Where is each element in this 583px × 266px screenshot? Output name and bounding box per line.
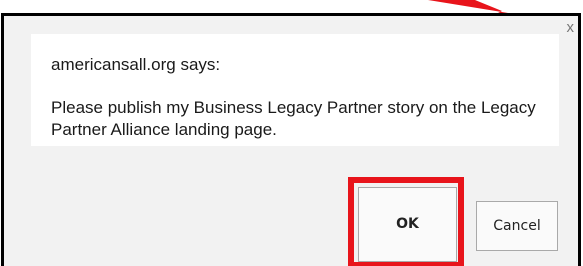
dialog-title: americansall.org says: bbox=[51, 55, 221, 74]
message-panel: americansall.org says: Please publish my… bbox=[31, 34, 559, 146]
screenshot-page: x americansall.org says: Please publish … bbox=[0, 0, 583, 266]
alert-dialog: x americansall.org says: Please publish … bbox=[1, 13, 581, 266]
cancel-button[interactable]: Cancel bbox=[476, 201, 558, 251]
close-icon[interactable]: x bbox=[567, 20, 575, 35]
dialog-message: Please publish my Business Legacy Partne… bbox=[51, 98, 536, 139]
ok-button[interactable]: OK bbox=[358, 187, 457, 262]
